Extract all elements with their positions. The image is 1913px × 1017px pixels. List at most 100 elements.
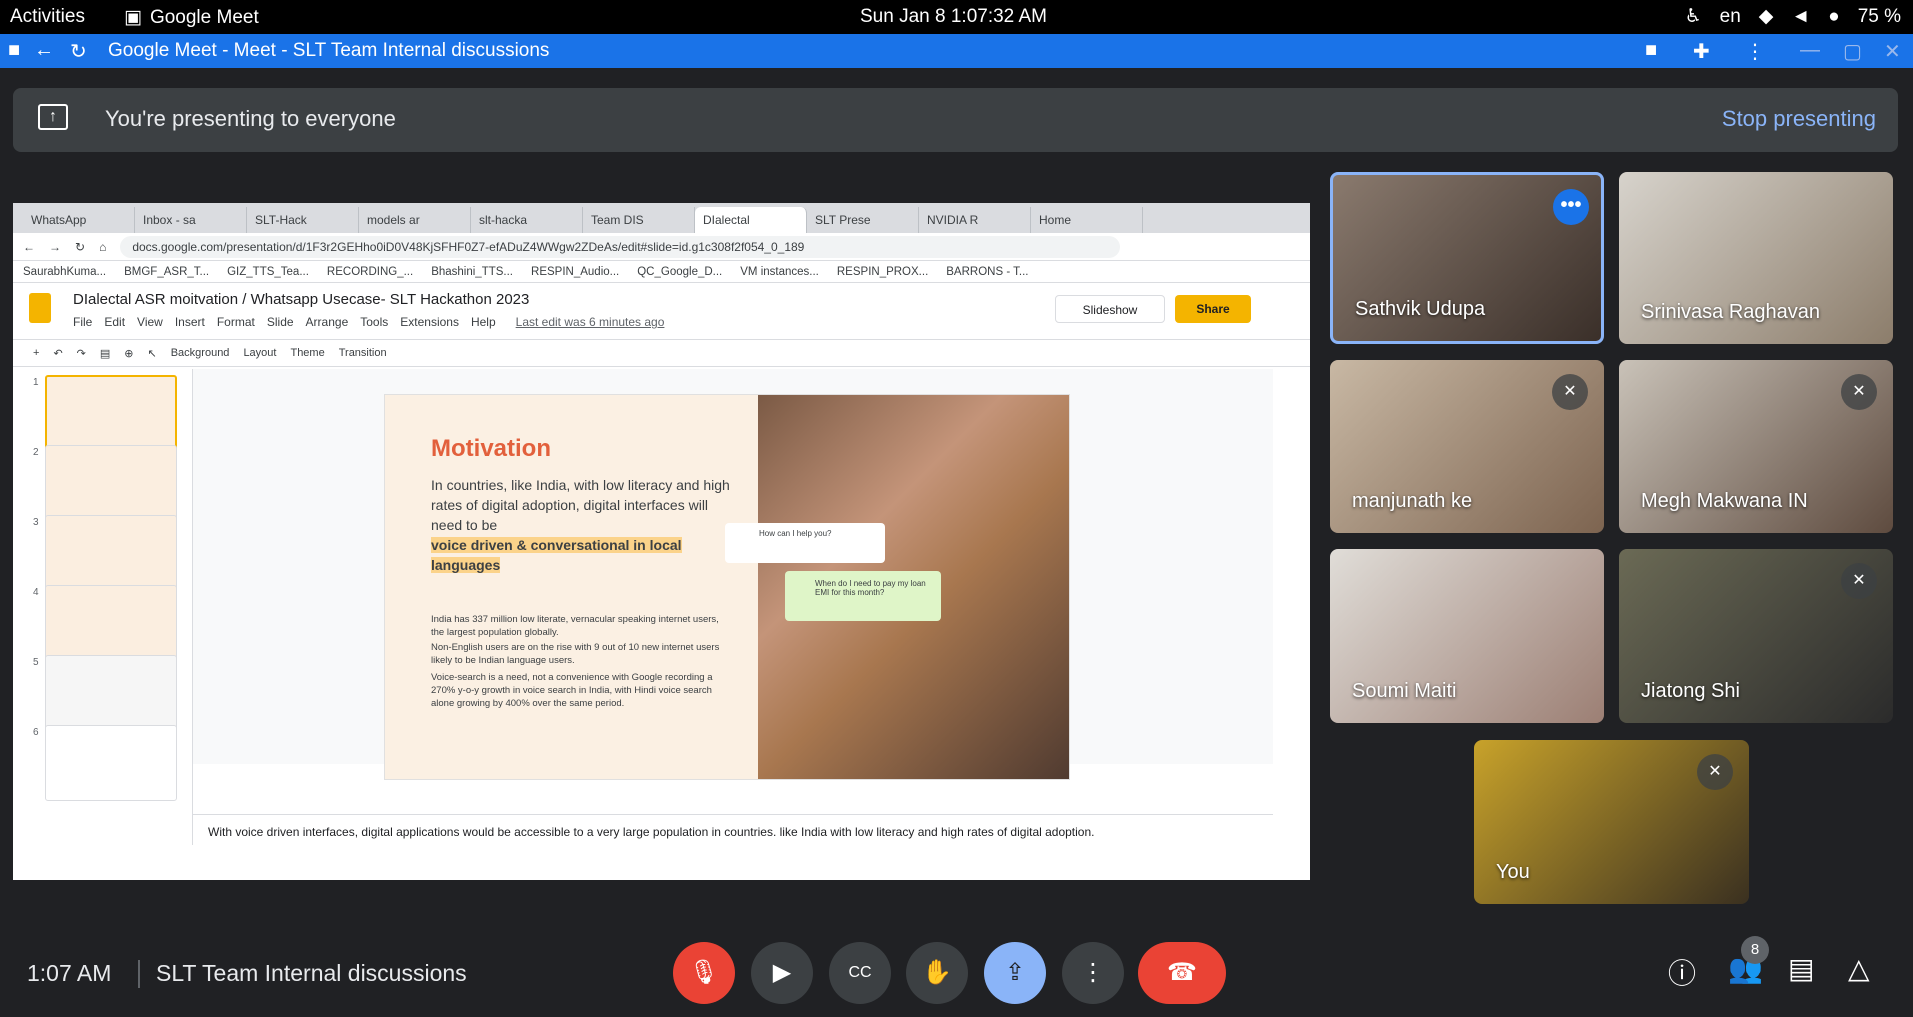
participant-name: Jiatong Shi [1641, 680, 1740, 702]
theme-button[interactable]: Theme [290, 347, 324, 359]
participant-tile[interactable]: Soumi Maiti [1330, 549, 1604, 723]
tab[interactable]: NVIDIA R [919, 207, 1031, 233]
extensions-icon[interactable]: ✚ [1693, 39, 1710, 64]
bookmark[interactable]: BARRONS - T... [946, 266, 1028, 278]
minimize-icon[interactable]: — [1800, 39, 1820, 62]
menu-help[interactable]: Help [471, 315, 496, 329]
url-field[interactable]: docs.google.com/presentation/d/1F3r2GEHh… [120, 235, 1121, 258]
reload-icon[interactable]: ↻ [75, 240, 85, 254]
speaker-notes[interactable]: With voice driven interfaces, digital ap… [193, 814, 1273, 880]
chat-bubble-1: How can I help you? [725, 523, 885, 563]
home-icon[interactable]: ⌂ [99, 240, 106, 254]
tab[interactable]: slt-hacka [471, 207, 583, 233]
menu-arrange[interactable]: Arrange [306, 315, 349, 329]
slide-number: 6 [33, 727, 39, 738]
tab[interactable]: SLT-Hack [247, 207, 359, 233]
add-icon[interactable]: + [33, 347, 39, 359]
stop-presenting-button[interactable]: Stop presenting [1722, 106, 1876, 132]
bookmark[interactable]: VM instances... [740, 266, 819, 278]
slide-thumbnail[interactable] [45, 375, 177, 451]
raise-hand-button[interactable]: ✋ [906, 942, 968, 1004]
bookmark[interactable]: GIZ_TTS_Tea... [227, 266, 309, 278]
language-indicator[interactable]: en [1720, 6, 1741, 28]
tab[interactable]: SLT Prese [807, 207, 919, 233]
menu-edit[interactable]: Edit [104, 315, 125, 329]
participant-tile[interactable]: ✕ Jiatong Shi [1619, 549, 1893, 723]
close-icon[interactable]: ✕ [1884, 39, 1901, 64]
menu-view[interactable]: View [137, 315, 163, 329]
print-icon[interactable]: ▤ [100, 347, 110, 360]
app-menu[interactable]: ▣ Google Meet [124, 6, 259, 29]
last-edit-link[interactable]: Last edit was 6 minutes ago [516, 315, 665, 329]
tab[interactable]: Team DIS [583, 207, 695, 233]
mic-toggle-button[interactable]: 🎙 [673, 942, 735, 1004]
system-tray[interactable]: ♿ en ◆ ◄ ● 75 % [1685, 5, 1901, 28]
bookmark[interactable]: RESPIN_Audio... [531, 266, 619, 278]
slideshow-button[interactable]: Slideshow [1055, 295, 1165, 323]
forward-icon[interactable]: → [49, 240, 61, 254]
doc-title[interactable]: DIalectal ASR moitvation / Whatsapp Usec… [73, 291, 529, 308]
bookmark[interactable]: QC_Google_D... [637, 266, 722, 278]
menu-insert[interactable]: Insert [175, 315, 205, 329]
camera-icon[interactable]: ■ [1645, 39, 1657, 62]
camera-toggle-button[interactable]: ▶ [751, 942, 813, 1004]
self-view-tile[interactable]: ✕ You [1474, 740, 1749, 904]
chat-icon[interactable]: ▤ [1788, 952, 1814, 985]
menu-icon[interactable]: ⋮ [1745, 39, 1765, 64]
menu-file[interactable]: File [73, 315, 92, 329]
menu-tools[interactable]: Tools [360, 315, 388, 329]
participant-tile[interactable]: ✕ Megh Makwana IN [1619, 360, 1893, 533]
captions-button[interactable]: CC [829, 942, 891, 1004]
slide-thumbnail[interactable] [45, 655, 177, 731]
slides-logo-icon[interactable] [29, 293, 51, 323]
tab[interactable]: Home [1031, 207, 1143, 233]
slide-thumbnail[interactable] [45, 725, 177, 801]
leave-call-button[interactable]: ☎ [1138, 942, 1226, 1004]
redo-icon[interactable]: ↷ [77, 347, 86, 360]
tab[interactable]: WhatsApp [23, 207, 135, 233]
transition-button[interactable]: Transition [339, 347, 387, 359]
menu-slide[interactable]: Slide [267, 315, 294, 329]
activities-icon[interactable]: △ [1848, 952, 1870, 985]
back-icon[interactable]: ← [23, 240, 35, 254]
bookmark[interactable]: RECORDING_... [327, 266, 413, 278]
maximize-icon[interactable]: ▢ [1843, 39, 1862, 64]
presenting-banner: ↑ You're presenting to everyone Stop pre… [13, 88, 1898, 152]
accessibility-icon[interactable]: ♿ [1685, 5, 1702, 28]
mic-off-icon: ✕ [1697, 754, 1733, 790]
menu-format[interactable]: Format [217, 315, 255, 329]
meeting-controls-bar: 1:07 AM SLT Team Internal discussions 🎙 … [0, 930, 1913, 1017]
bookmark[interactable]: RESPIN_PROX... [837, 266, 928, 278]
slides-header: DIalectal ASR moitvation / Whatsapp Usec… [13, 283, 1310, 339]
meeting-info-icon[interactable]: ⓘ [1668, 952, 1696, 992]
slide-thumbnail[interactable] [45, 445, 177, 521]
participant-name: Sathvik Udupa [1355, 298, 1486, 320]
participant-tile[interactable]: Srinivasa Raghavan [1619, 172, 1893, 344]
more-options-button[interactable]: ⋮ [1062, 942, 1124, 1004]
slide[interactable]: Motivation In countries, like India, wit… [384, 394, 1070, 780]
zoom-icon[interactable]: ⊕ [124, 347, 133, 360]
bookmark[interactable]: Bhashini_TTS... [431, 266, 513, 278]
tab-active[interactable]: DIalectal [695, 207, 807, 233]
reload-icon[interactable]: ↻ [70, 39, 87, 64]
bookmark[interactable]: BMGF_ASR_T... [124, 266, 209, 278]
share-button[interactable]: Share [1175, 295, 1251, 323]
activities-button[interactable]: Activities [10, 6, 85, 28]
slide-canvas[interactable]: Motivation In countries, like India, wit… [193, 369, 1273, 780]
present-button[interactable]: ⇪ [984, 942, 1046, 1004]
slide-thumbnail[interactable] [45, 515, 177, 591]
slide-thumbnail[interactable] [45, 585, 177, 661]
select-icon[interactable]: ↖ [148, 347, 157, 360]
clock[interactable]: Sun Jan 8 1:07:32 AM [860, 6, 1047, 28]
menu-extensions[interactable]: Extensions [400, 315, 459, 329]
participant-tile[interactable]: ✕ manjunath ke [1330, 360, 1604, 533]
tab[interactable]: Inbox - sa [135, 207, 247, 233]
more-options-icon[interactable]: ••• [1553, 189, 1589, 225]
back-icon[interactable]: ← [34, 39, 54, 62]
undo-icon[interactable]: ↶ [53, 347, 62, 360]
participant-tile[interactable]: ••• Sathvik Udupa [1330, 172, 1604, 344]
layout-button[interactable]: Layout [243, 347, 276, 359]
tab[interactable]: models ar [359, 207, 471, 233]
background-button[interactable]: Background [171, 347, 230, 359]
bookmark[interactable]: SaurabhKuma... [23, 266, 106, 278]
